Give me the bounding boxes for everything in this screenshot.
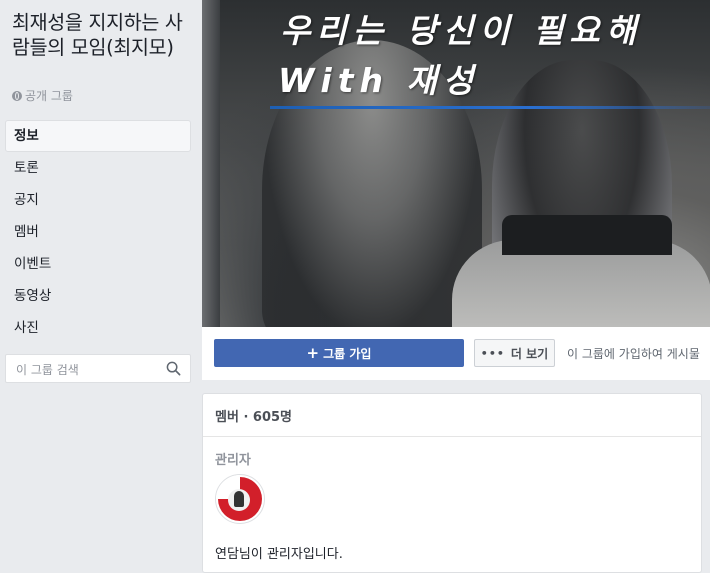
cover-edge <box>202 0 220 327</box>
left-sidebar: 최재성을 지지하는 사람들의 모임(최지모) 공개 그룹 정보 토론 공지 멤버… <box>0 0 202 573</box>
join-hint-text: 이 그룹에 가입하여 게시물 <box>567 347 700 361</box>
group-nav: 정보 토론 공지 멤버 이벤트 동영상 사진 <box>5 120 191 344</box>
cover-photo[interactable]: 우리는 당신이 필요해 With 재성 <box>202 0 710 327</box>
members-header[interactable]: 멤버 · 605명 <box>203 394 701 437</box>
cover-text-line1: 우리는 당신이 필요해 <box>280 11 643 50</box>
cover-collar <box>502 215 672 255</box>
cover-text-line2: With 재성 <box>278 61 480 100</box>
nav-item-members[interactable]: 멤버 <box>5 216 191 248</box>
cover-card: 우리는 당신이 필요해 With 재성 + 그룹 가입 ••• 더 보기 이 그… <box>202 0 710 380</box>
nav-item-announcements[interactable]: 공지 <box>5 184 191 216</box>
join-group-label: 그룹 가입 <box>323 346 372 361</box>
search-input[interactable] <box>14 360 168 380</box>
action-bar: + 그룹 가입 ••• 더 보기 이 그룹에 가입하여 게시물 <box>202 327 710 380</box>
cover-underline <box>270 106 710 109</box>
avatar-person-icon <box>234 491 244 507</box>
admin-description: 연담님이 관리자입니다. <box>215 547 343 562</box>
more-dots-icon: ••• <box>480 346 505 360</box>
nav-item-videos[interactable]: 동영상 <box>5 280 191 312</box>
plus-icon: + <box>306 343 320 362</box>
more-button[interactable]: ••• 더 보기 <box>474 339 555 367</box>
group-privacy: 공개 그룹 <box>12 87 73 104</box>
group-title[interactable]: 최재성을 지지하는 사람들의 모임(최지모) <box>12 10 194 60</box>
globe-icon <box>12 90 22 101</box>
avatar[interactable] <box>215 474 265 524</box>
join-group-button[interactable]: + 그룹 가입 <box>214 339 464 367</box>
nav-item-photos[interactable]: 사진 <box>5 312 191 344</box>
admin-section-label: 관리자 <box>215 453 251 468</box>
nav-item-discussion[interactable]: 토론 <box>5 152 191 184</box>
members-card: 멤버 · 605명 관리자 연담님이 관리자입니다. <box>202 393 702 573</box>
nav-item-events[interactable]: 이벤트 <box>5 248 191 280</box>
more-label: 더 보기 <box>510 346 549 361</box>
search-icon[interactable] <box>166 361 181 376</box>
group-search <box>5 354 191 383</box>
nav-item-about[interactable]: 정보 <box>5 120 191 152</box>
privacy-label: 공개 그룹 <box>25 89 73 103</box>
